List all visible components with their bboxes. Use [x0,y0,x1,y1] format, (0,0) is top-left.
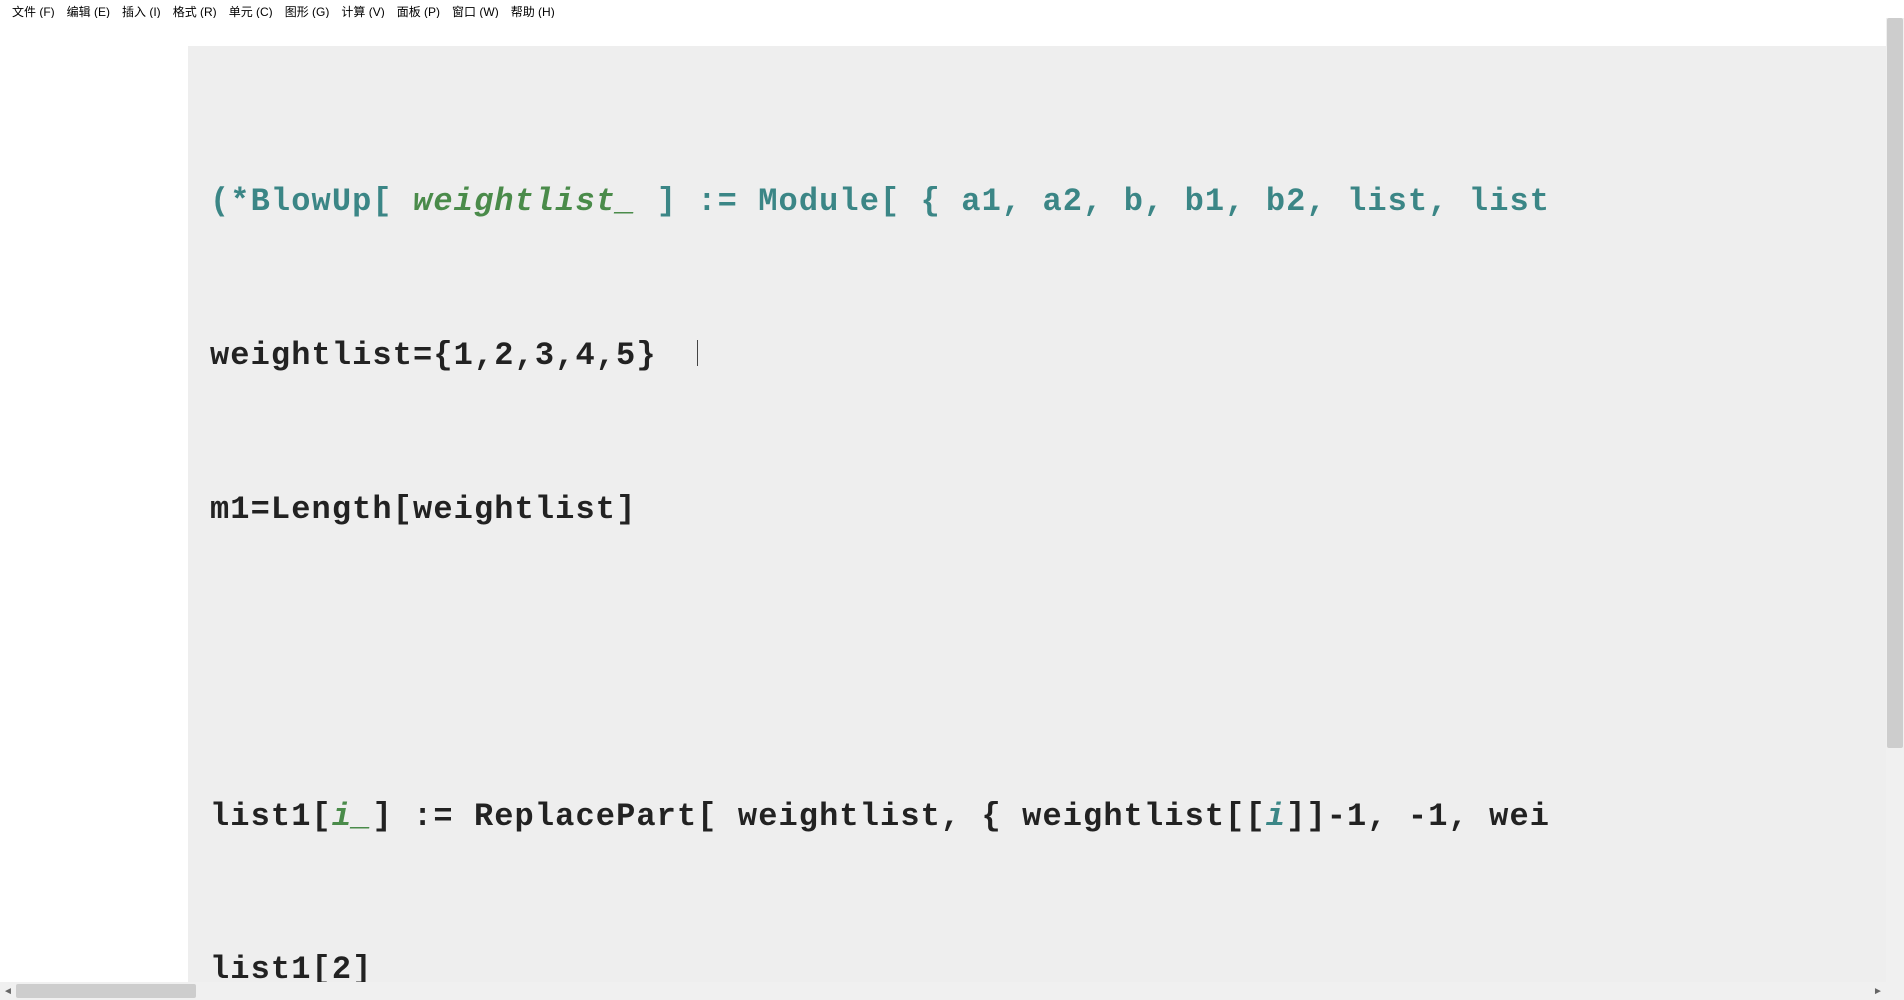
code-line-blank1[interactable] [210,637,1868,688]
horizontal-scrollbar[interactable]: ◄ ► [0,982,1886,1000]
def-op: ] := [372,798,474,835]
var-list: list [1347,183,1428,220]
module-kw: Module [758,183,880,220]
comma: , [1306,183,1347,220]
var-b: b [1124,183,1144,220]
pattern-arg: weightlist_ [413,183,636,220]
var-a2: a2 [1042,183,1083,220]
comma: , [1083,183,1124,220]
length-func: Length [271,491,393,528]
var-b1: b1 [1185,183,1226,220]
weightlist-assign: weightlist={1,2,3,4,5} [210,337,657,374]
scroll-right-arrow-icon[interactable]: ► [1870,983,1886,999]
comment-open: (* [210,183,251,220]
code-line-3[interactable]: m1=Length[weightlist] [210,484,1868,535]
comma: , [1002,183,1043,220]
comma: , [1225,183,1266,220]
horizontal-scroll-thumb[interactable] [16,984,196,998]
rp-tail: ]]-1, -1, wei [1286,798,1550,835]
length-arg: [weightlist] [393,491,637,528]
comma: , [1428,183,1469,220]
code-line-5[interactable]: list1[2] [210,944,1868,982]
var-i: i [1266,798,1286,835]
list1-call: list1[2] [210,951,372,982]
var-list2: list [1469,183,1550,220]
replacepart-func: ReplacePart [474,798,697,835]
bracket: [ { [880,183,961,220]
input-cell[interactable]: (*BlowUp[ weightlist_ ] := Module[ { a1,… [188,46,1886,982]
notebook-content[interactable]: (*BlowUp[ weightlist_ ] := Module[ { a1,… [0,18,1886,982]
vertical-scroll-thumb[interactable] [1887,18,1903,748]
m1-assign: m1= [210,491,271,528]
horizontal-scroll-track[interactable] [16,983,1870,999]
code-line-2[interactable]: weightlist={1,2,3,4,5} [210,330,1868,381]
def-op: ] := [636,183,758,220]
comma: , [1144,183,1185,220]
scrollbar-corner [1886,982,1904,1000]
list1-def: list1[ [210,798,332,835]
rp-args: [ weightlist, { weightlist[[ [697,798,1266,835]
code-line-1[interactable]: (*BlowUp[ weightlist_ ] := Module[ { a1,… [210,176,1868,227]
scroll-left-arrow-icon[interactable]: ◄ [0,983,16,999]
func-name: BlowUp[ [251,183,413,220]
var-a1: a1 [961,183,1002,220]
var-b2: b2 [1266,183,1307,220]
text-cursor [697,340,698,366]
vertical-scrollbar[interactable] [1886,18,1904,982]
code-line-4[interactable]: list1[i_] := ReplacePart[ weightlist, { … [210,791,1868,842]
pattern-i: i_ [332,798,373,835]
